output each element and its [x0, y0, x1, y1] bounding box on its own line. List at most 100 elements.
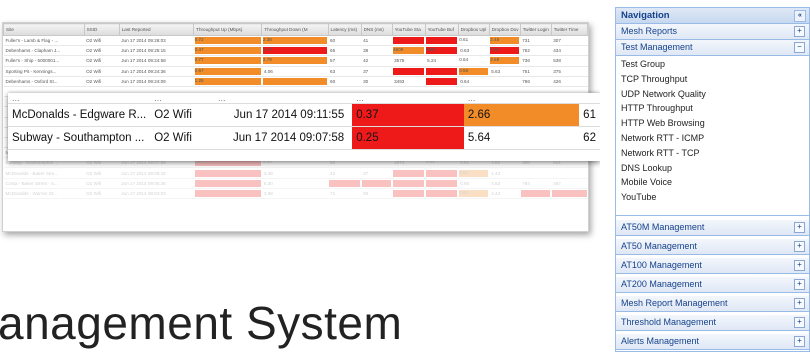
table-row[interactable]: Sporting Pit - Kennings... O2 Wifi Jun 17 … [3, 66, 588, 77]
metric-value [426, 77, 458, 85]
expand-icon[interactable]: + [794, 221, 805, 233]
table-cell: 762 [520, 45, 552, 57]
column-header[interactable]: Site [3, 23, 85, 36]
table-cell: 1.43 [489, 167, 521, 179]
table-cell: 90 [361, 188, 393, 200]
expand-icon[interactable]: + [794, 335, 805, 347]
section-mesh-reports[interactable]: Mesh Reports + [616, 24, 809, 40]
collapse-icon[interactable]: − [794, 42, 805, 53]
site-cell: Subway - Southampton ... [8, 126, 151, 150]
nav-item-youtube[interactable]: YouTube [616, 190, 809, 205]
throughput-down-value: 2.66 [463, 104, 580, 126]
column-header[interactable]: Last Reported [118, 23, 195, 36]
nav-item-dns-lookup[interactable]: DNS Lookup [616, 161, 809, 176]
column-header[interactable]: SSID [83, 23, 120, 36]
metric-value [194, 189, 261, 197]
last-reported-cell: Jun 17 2014 09:11:55 [214, 103, 353, 127]
column-header[interactable]: Dropbox Upl [457, 23, 490, 36]
partial-cell: ... [150, 93, 215, 104]
column-header[interactable]: YouTube Sta [391, 23, 426, 36]
expand-icon[interactable]: + [794, 297, 805, 309]
metric-cell [193, 167, 262, 179]
metric-value: 0.67 [194, 67, 261, 75]
metric-value [521, 189, 551, 197]
metric-cell: 2.48 [489, 35, 521, 47]
column-header[interactable]: Throughput Up (Mbps) [193, 23, 263, 36]
section-at50m-management[interactable]: AT50M Management + [616, 219, 809, 236]
column-header[interactable]: DNS (ms) [360, 23, 393, 36]
table-cell: Debenhams - Clapham J... [3, 45, 85, 57]
expand-icon[interactable]: + [794, 316, 805, 328]
section-mesh-report-management[interactable]: Mesh Report Management + [616, 295, 809, 312]
nav-item-mobile-voice[interactable]: Mobile Voice [616, 175, 809, 190]
table-cell [551, 167, 588, 179]
metric-value: 1.25 [194, 77, 261, 85]
metric-cell [425, 76, 459, 87]
column-header[interactable]: Twitter Login [519, 23, 552, 36]
table-cell: 41 [361, 35, 393, 47]
section-at100-management[interactable]: AT100 Management + [616, 257, 809, 274]
partial-cell: ... [8, 93, 151, 104]
table-cell: 736 [520, 55, 552, 67]
section-at50-management[interactable]: AT50 Management + [616, 238, 809, 255]
metric-cell: 1.25 [193, 76, 262, 87]
column-header[interactable]: Latency (ms) [327, 23, 362, 36]
metric-cell: 0.63 [458, 188, 490, 200]
section-test-management[interactable]: Test Management − [616, 40, 809, 56]
table-cell: 42 [328, 167, 362, 179]
metric-value [194, 169, 261, 177]
metric-cell [328, 178, 362, 189]
table-row[interactable]: Debenhams - Clapham J... O2 Wifi Jun 17 20… [3, 45, 588, 57]
nav-item-udp-network-quality[interactable]: UDP Network Quality [616, 87, 809, 102]
table-row[interactable]: McDonalds - Baker Stre... O2 Wifi Jun 17 2… [3, 167, 588, 179]
nav-item-http-web-browsing[interactable]: HTTP Web Browsing [616, 116, 809, 131]
expand-icon[interactable]: + [794, 278, 805, 290]
column-header[interactable]: Twitter Time [550, 23, 588, 36]
navigation-header: Navigation « [616, 8, 809, 24]
column-header[interactable]: YouTube Buf [424, 23, 459, 36]
table-cell: Fuller's - Lamb & Flag - ... [3, 35, 85, 47]
column-header[interactable]: Throughput Down (M [261, 23, 329, 36]
table-cell: 786 [520, 76, 552, 87]
metric-value: 2.38 [262, 37, 328, 45]
table-cell: 751 [520, 66, 552, 77]
column-header[interactable]: Dropbox Dov [488, 23, 521, 36]
table-row[interactable]: Debenhams - Oxford St... O2 Wifi Jun 17 20… [3, 76, 588, 87]
nav-item-network-rtt-icmp[interactable]: Network RTT - ICMP [616, 131, 809, 146]
section-alerts-management[interactable]: Alerts Management + [616, 333, 809, 350]
table-row[interactable]: Fuller's - Ship - 5000001... O2 Wifi Jun 1… [3, 55, 588, 67]
nav-item-http-throughput[interactable]: HTTP Throughput [616, 101, 809, 116]
table-cell: 4.06 [261, 66, 329, 77]
metric-cell [425, 188, 459, 200]
nav-item-test-group[interactable]: Test Group [616, 57, 809, 72]
nav-item-tcp-throughput[interactable]: TCP Throughput [616, 72, 809, 87]
table-cell: 467 [551, 178, 588, 189]
metric-cell [425, 178, 459, 189]
table-row[interactable]: McDonalds - Warren St... O2 Wifi Jun 17 20… [3, 188, 588, 200]
table-cell [520, 167, 552, 179]
partial-cell: ... [463, 93, 580, 104]
expand-icon[interactable]: + [794, 259, 805, 271]
table-row[interactable]: Costa - Baker Street - 5... O2 Wifi Jun 17… [3, 178, 588, 189]
collapse-panel-icon[interactable]: « [794, 10, 806, 22]
throughput-down-cell: 5.64 [463, 126, 580, 150]
metric-value: 3.47 [262, 47, 328, 55]
metric-value [426, 169, 458, 177]
table-cell: 38 [361, 45, 393, 57]
metric-cell: 3.68 [489, 45, 521, 57]
expand-icon[interactable]: + [794, 240, 805, 252]
metric-cell: 0.77 [193, 55, 262, 67]
metric-value: 0.63 [459, 189, 489, 197]
table-row[interactable]: Fuller's - Lamb & Flag - ... O2 Wifi Jun 1… [3, 35, 588, 47]
metric-cell [392, 167, 426, 179]
metric-value: 0.61 [459, 37, 469, 43]
nav-item-network-rtt-tcp[interactable]: Network RTT - TCP [616, 146, 809, 161]
table-cell [489, 76, 521, 87]
table-cell: O2 Wifi [84, 76, 120, 87]
section-threshold-management[interactable]: Threshold Management + [616, 314, 809, 331]
metric-cell: 0.64 [458, 55, 490, 67]
expand-icon[interactable]: + [794, 26, 805, 37]
table-cell: 4.43 [489, 188, 521, 200]
section-at200-management[interactable]: AT200 Management + [616, 276, 809, 293]
table-cell: 65 [328, 45, 362, 57]
